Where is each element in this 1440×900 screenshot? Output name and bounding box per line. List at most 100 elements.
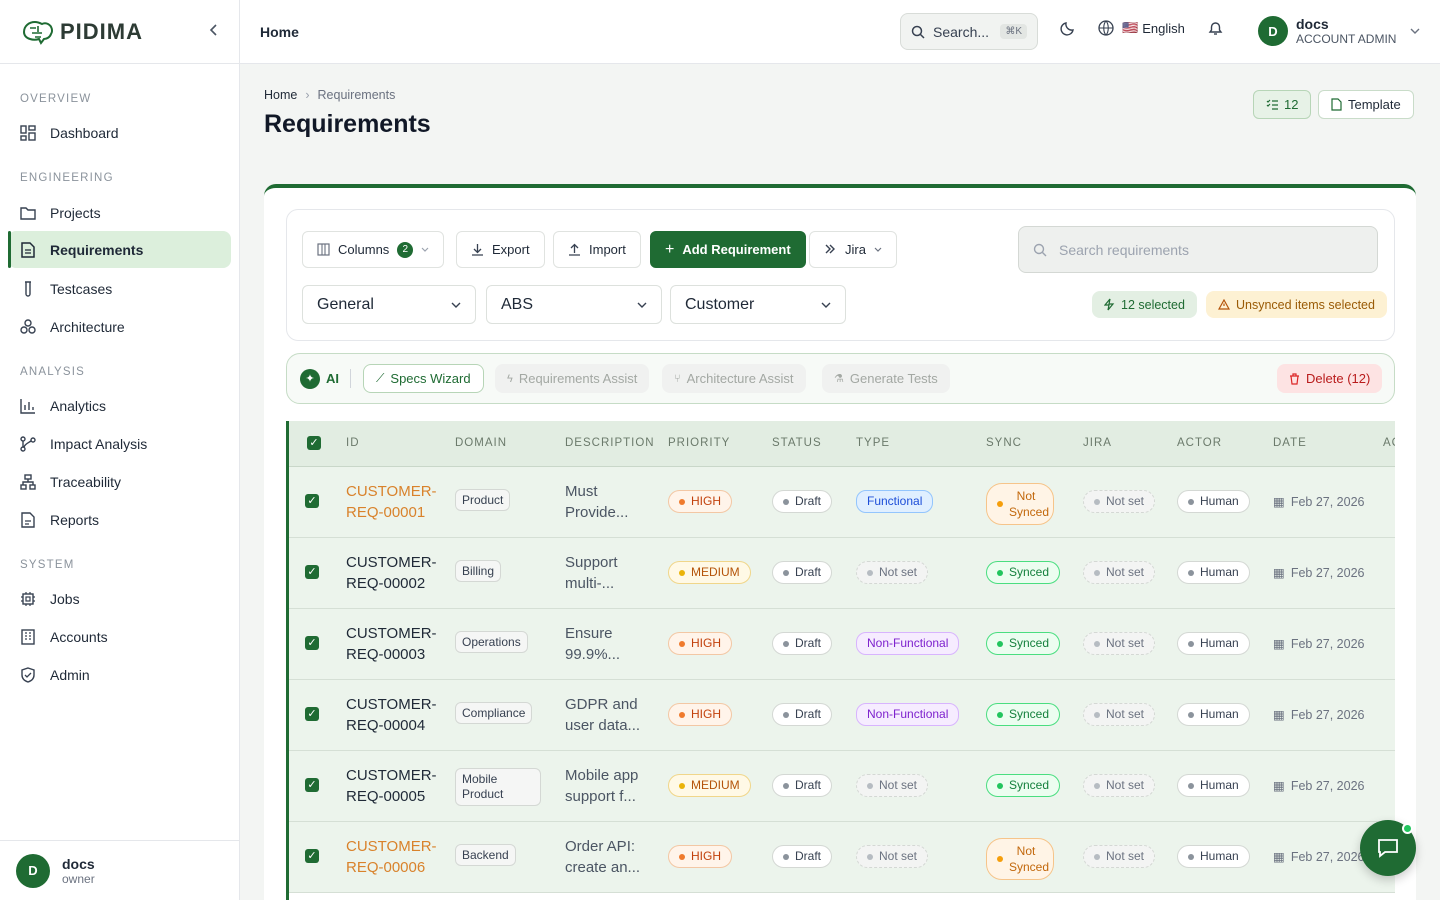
filter-abs-select[interactable]: ABS xyxy=(486,285,662,324)
requirement-id-link[interactable]: CUSTOMER- REQ-00001 xyxy=(346,481,437,523)
sidebar-item-testcases[interactable]: Testcases xyxy=(8,270,231,307)
columns-button[interactable]: Columns 2 xyxy=(302,231,445,268)
column-header-sync[interactable]: SYNC xyxy=(986,437,1022,449)
row-checkbox[interactable]: ✓ xyxy=(305,636,319,650)
sidebar-item-projects[interactable]: Projects xyxy=(8,194,231,231)
status-badge[interactable]: Draft xyxy=(772,561,833,584)
user-menu[interactable]: D docs ACCOUNT ADMIN xyxy=(1258,16,1420,46)
description-cell[interactable]: Ensure 99.9%... xyxy=(565,623,649,665)
sidebar-item-admin[interactable]: Admin xyxy=(8,656,231,693)
jira-link-badge[interactable]: Not set xyxy=(1083,774,1156,797)
sidebar-user[interactable]: D docs owner xyxy=(0,840,239,900)
language-selector[interactable]: 🇺🇸 English xyxy=(1098,20,1185,36)
template-button[interactable]: Template xyxy=(1318,90,1414,119)
sidebar-item-label: Testcases xyxy=(50,280,113,297)
requirement-id-link[interactable]: CUSTOMER- REQ-00002 xyxy=(346,552,437,594)
jira-label: Jira xyxy=(845,242,866,257)
jira-link-badge[interactable]: Not set xyxy=(1083,561,1156,584)
column-header-actions[interactable]: AC xyxy=(1383,437,1395,449)
row-checkbox[interactable]: ✓ xyxy=(305,494,319,508)
status-badge[interactable]: Draft xyxy=(772,632,833,655)
column-header-date[interactable]: DATE xyxy=(1273,437,1307,449)
row-checkbox[interactable]: ✓ xyxy=(305,849,319,863)
chat-button[interactable] xyxy=(1360,820,1416,876)
row-checkbox[interactable]: ✓ xyxy=(305,778,319,792)
table-row[interactable]: ✓ CUSTOMER- REQ-00005 Mobile Product Mobil… xyxy=(289,751,1395,822)
sidebar-item-requirements[interactable]: Requirements xyxy=(8,231,231,268)
ai-sparkle-icon: ✦ xyxy=(300,368,320,389)
column-header-id[interactable]: ID xyxy=(346,437,360,449)
table-row[interactable]: ✓ CUSTOMER- REQ-00002 Billing Support mult… xyxy=(289,538,1395,609)
filter-customer-select[interactable]: Customer xyxy=(670,285,846,324)
bell-icon[interactable] xyxy=(1208,20,1223,39)
sidebar-item-architecture[interactable]: Architecture xyxy=(8,308,231,345)
ai-toggle[interactable]: ✦ AI xyxy=(296,364,351,393)
description-cell[interactable]: Must Provide... xyxy=(565,481,649,523)
sync-status-badge[interactable]: Synced xyxy=(986,703,1061,726)
column-header-jira[interactable]: JIRA xyxy=(1083,437,1112,449)
branch-icon: ⑂ xyxy=(674,372,681,385)
sidebar-item-reports[interactable]: Reports xyxy=(8,501,231,538)
sync-status-badge[interactable]: Not Synced xyxy=(986,483,1054,525)
requirement-id-link[interactable]: CUSTOMER- REQ-00005 xyxy=(346,765,437,807)
column-header-type[interactable]: TYPE xyxy=(856,437,890,449)
collapse-sidebar-icon[interactable] xyxy=(209,23,219,41)
chevron-down-icon xyxy=(421,247,429,252)
sidebar-item-jobs[interactable]: Jobs xyxy=(8,580,231,617)
column-header-description[interactable]: DESCRIPTION xyxy=(565,437,655,449)
status-badge[interactable]: Draft xyxy=(772,845,833,868)
breadcrumb-home[interactable]: Home xyxy=(264,88,297,102)
requirements-assist-button[interactable]: ϟ Requirements Assist xyxy=(495,364,650,393)
table-row[interactable]: ✓ CUSTOMER- REQ-00001 Product Must Provide… xyxy=(289,467,1395,538)
sidebar-item-accounts[interactable]: Accounts xyxy=(8,618,231,655)
select-all-checkbox[interactable]: ✓ xyxy=(307,436,321,450)
architecture-assist-button[interactable]: ⑂ Architecture Assist xyxy=(662,364,806,393)
row-checkbox[interactable]: ✓ xyxy=(305,565,319,579)
table-row[interactable]: ✓ CUSTOMER- REQ-00006 Backend Order API: c… xyxy=(289,822,1395,893)
row-checkbox[interactable]: ✓ xyxy=(305,707,319,721)
description-cell[interactable]: Mobile app support f... xyxy=(565,765,649,807)
logo[interactable]: PIDIMA xyxy=(20,18,143,46)
jira-link-badge[interactable]: Not set xyxy=(1083,845,1156,868)
search-shortcut: ⌘K xyxy=(1000,24,1027,39)
delete-selected-button[interactable]: Delete (12) xyxy=(1277,364,1383,393)
table-row[interactable]: ✓ CUSTOMER- REQ-00003 Operations Ensure 99… xyxy=(289,609,1395,680)
jira-link-badge[interactable]: Not set xyxy=(1083,703,1156,726)
sync-status-badge[interactable]: Synced xyxy=(986,632,1061,655)
dark-mode-icon[interactable] xyxy=(1060,20,1076,39)
export-button[interactable]: Export xyxy=(456,231,545,268)
requirements-search-input[interactable]: Search requirements xyxy=(1018,226,1378,273)
requirement-id-link[interactable]: CUSTOMER- REQ-00004 xyxy=(346,694,437,736)
specs-wizard-button[interactable]: ⟋ Specs Wizard xyxy=(363,364,484,393)
table-row[interactable]: ✓ CUSTOMER- REQ-00004 Compliance GDPR and… xyxy=(289,680,1395,751)
import-button[interactable]: Import xyxy=(553,231,641,268)
requirement-id-link[interactable]: CUSTOMER- REQ-00003 xyxy=(346,623,437,665)
description-cell[interactable]: Support multi-... xyxy=(565,552,649,594)
jira-dropdown[interactable]: Jira xyxy=(809,231,897,268)
jira-link-badge[interactable]: Not set xyxy=(1083,490,1156,513)
column-header-actor[interactable]: ACTOR xyxy=(1177,437,1222,449)
status-badge[interactable]: Draft xyxy=(772,703,833,726)
jira-link-badge[interactable]: Not set xyxy=(1083,632,1156,655)
description-cell[interactable]: GDPR and user data... xyxy=(565,694,649,736)
requirement-id-link[interactable]: CUSTOMER- REQ-00006 xyxy=(346,836,437,878)
status-badge[interactable]: Draft xyxy=(772,490,833,513)
description-cell[interactable]: Order API: create an... xyxy=(565,836,649,878)
sidebar-item-dashboard[interactable]: Dashboard xyxy=(8,114,231,151)
add-requirement-button[interactable]: + Add Requirement xyxy=(650,231,806,268)
status-badge[interactable]: Draft xyxy=(772,774,833,797)
filter-general-select[interactable]: General xyxy=(302,285,476,324)
domain-tag: Compliance xyxy=(455,702,533,724)
sync-status-badge[interactable]: Not Synced xyxy=(986,838,1054,880)
column-header-status[interactable]: STATUS xyxy=(772,437,822,449)
generate-tests-button[interactable]: ⚗ Generate Tests xyxy=(822,364,950,393)
sidebar-item-traceability[interactable]: Traceability xyxy=(8,463,231,500)
global-search-button[interactable]: Search... ⌘K xyxy=(900,13,1038,50)
sync-status-badge[interactable]: Synced xyxy=(986,561,1061,584)
column-header-domain[interactable]: DOMAIN xyxy=(455,437,507,449)
sync-status-badge[interactable]: Synced xyxy=(986,774,1061,797)
sidebar-item-impact-analysis[interactable]: Impact Analysis xyxy=(8,425,231,462)
column-header-priority[interactable]: PRIORITY xyxy=(668,437,730,449)
sidebar-item-analytics[interactable]: Analytics xyxy=(8,387,231,424)
requirements-count-button[interactable]: 12 xyxy=(1253,90,1312,119)
